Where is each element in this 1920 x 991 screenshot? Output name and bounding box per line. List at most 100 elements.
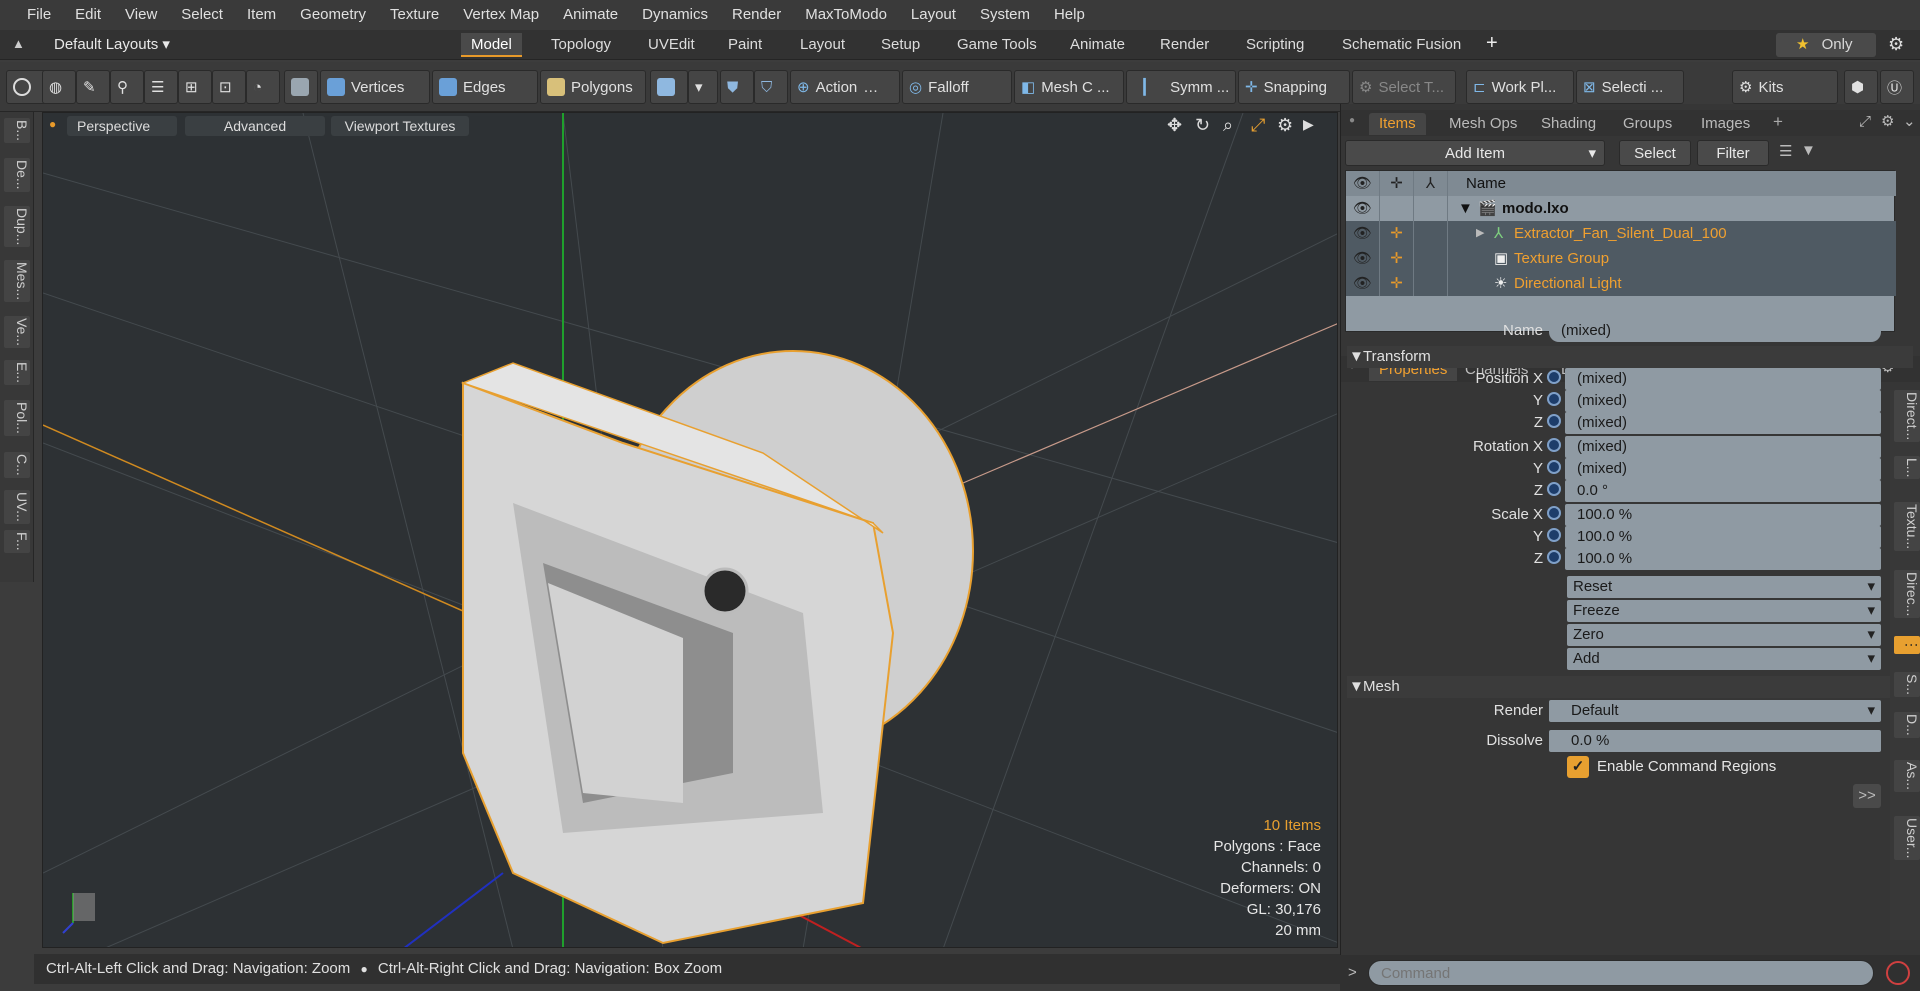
tab-images[interactable]: Images [1691,113,1760,135]
expand-arrow-icon[interactable]: ▶ [1476,221,1484,246]
menu-vertex-map[interactable]: Vertex Map [452,0,550,30]
viewport-textures-button[interactable]: Viewport Textures [331,116,469,136]
brush-button[interactable]: ⚲ [110,70,144,104]
menu-item[interactable]: Item [236,0,287,30]
menu-edit[interactable]: Edit [64,0,112,30]
work-plane-button[interactable]: ⊏ Work Pl... [1466,70,1574,104]
scale-z-field[interactable]: 100.0 % [1565,548,1881,570]
3d-viewport[interactable]: ● Perspective Advanced Viewport Textures… [42,112,1338,948]
falloff-button[interactable]: ◎ Falloff [902,70,1012,104]
menu-render[interactable]: Render [721,0,792,30]
right-tab-more[interactable]: ⋮ [1894,636,1920,654]
enable-command-regions-checkbox[interactable]: ✓ [1567,756,1589,778]
menu-file[interactable]: File [16,0,62,30]
tab-mesh-ops[interactable]: Mesh Ops [1439,113,1527,135]
viewport-expand-icon[interactable]: ▶ [1303,116,1314,133]
list-options-icon[interactable]: ☰ [1779,142,1792,160]
mesh-constraint-button[interactable]: ◧ Mesh C ... [1014,70,1124,104]
only-toggle[interactable]: ★ Only [1776,33,1876,57]
transform-section[interactable]: ▼ Transform [1347,346,1913,368]
left-tab-polygon[interactable]: Pol... [4,400,30,436]
scale-y-field[interactable]: 100.0 % [1565,526,1881,548]
tab-render[interactable]: Render [1150,33,1219,57]
right-tab-directional[interactable]: Direct... [1894,390,1920,443]
visibility-eye-icon[interactable]: 👁 [1346,196,1380,221]
tab-topology[interactable]: Topology [541,33,621,57]
left-tab-basic[interactable]: B... [4,118,30,144]
globe-button[interactable]: ◍ [42,70,76,104]
tab-shading[interactable]: Shading [1531,113,1606,135]
viewport-menu-dot-icon[interactable]: ● [49,117,56,131]
left-tab-edge[interactable]: E... [4,360,30,386]
tab-uvedit[interactable]: UVEdit [638,33,705,57]
left-tab-duplicate[interactable]: Dup... [4,206,30,248]
tree-row-mesh[interactable]: 👁 ✛ ▶ ⅄ Extractor_Fan_Silent_Dual_100 [1346,221,1896,246]
position-x-field[interactable]: (mixed) [1565,368,1881,390]
filter-button[interactable]: Filter [1697,140,1769,166]
selected-transform-icon[interactable]: ✛ [1380,271,1414,296]
grid-button[interactable]: ⊞ [178,70,212,104]
rotation-x-field[interactable]: (mixed) [1565,436,1881,458]
tab-schematic-fusion[interactable]: Schematic Fusion [1332,33,1471,57]
tab-animate[interactable]: Animate [1060,33,1135,57]
rotation-z-field[interactable]: 0.0 ° [1565,480,1881,502]
right-tab-d[interactable]: D... [1894,712,1920,738]
layout-selector[interactable]: Default Layouts ▾ [54,35,170,53]
advanced-button[interactable]: Advanced [185,116,325,136]
material-mode-button[interactable] [650,70,688,104]
mesh-section[interactable]: ▼ Mesh [1347,676,1913,698]
right-tab-as[interactable]: As... [1894,760,1920,793]
gear-icon[interactable]: ⚙ [1888,34,1904,55]
more-button[interactable]: >> [1853,784,1881,808]
tab-model[interactable]: Model [461,33,522,57]
left-tab-vertex[interactable]: Ve... [4,316,30,349]
menu-layout[interactable]: Layout [900,0,967,30]
name-column-header[interactable]: Name [1466,171,1506,196]
name-field[interactable]: (mixed) [1549,320,1881,342]
freeze-dropdown[interactable]: Freeze [1567,600,1881,622]
shield-alt-button[interactable]: ⛉ [754,70,788,104]
funnel-icon[interactable]: ▼ [1801,142,1816,159]
panel-gear-icon[interactable]: ⚙ [1881,112,1894,130]
kits-button[interactable]: ⚙ Kits [1732,70,1838,104]
channel-dot-icon[interactable] [1547,506,1561,520]
symmetry-button[interactable]: ▕▏ Symm ... [1126,70,1236,104]
right-tab-l[interactable]: L... [1894,456,1920,480]
tab-scripting[interactable]: Scripting [1236,33,1314,57]
menu-help[interactable]: Help [1043,0,1096,30]
right-tab-direc[interactable]: Direc... [1894,570,1920,619]
render-dropdown[interactable]: Default [1549,700,1881,722]
position-y-field[interactable]: (mixed) [1565,390,1881,412]
tab-layout[interactable]: Layout [790,33,855,57]
rotate-view-icon[interactable]: ↻ [1195,115,1210,136]
sphere-button[interactable]: ◔ [246,70,280,104]
record-icon[interactable] [1886,961,1910,985]
mode-dropdown[interactable]: ▾ [688,70,718,104]
zero-dropdown[interactable]: Zero [1567,624,1881,646]
unity-button[interactable]: ⬢ [1844,70,1878,104]
vertices-button[interactable]: Vertices [320,70,430,104]
rotation-y-field[interactable]: (mixed) [1565,458,1881,480]
visibility-eye-icon[interactable]: 👁 [1346,246,1380,271]
menu-select[interactable]: Select [170,0,234,30]
perspective-button[interactable]: Perspective [67,116,177,136]
left-tab-mesh-edit[interactable]: Mes... [4,260,30,303]
expand-arrow-icon[interactable]: ▼ [1458,196,1473,221]
frame-button[interactable]: ⊡ [212,70,246,104]
menu-animate[interactable]: Animate [552,0,629,30]
scale-x-field[interactable]: 100.0 % [1565,504,1881,526]
add-tab-icon[interactable]: + [1486,32,1498,55]
tree-row-light[interactable]: 👁 ✛ ☀ Directional Light [1346,271,1896,296]
select-button[interactable]: Select [1619,140,1691,166]
command-input[interactable] [1368,960,1874,986]
tab-groups[interactable]: Groups [1613,113,1682,135]
channel-dot-icon[interactable] [1547,460,1561,474]
panel-collapse-icon[interactable]: ⌄ [1903,112,1916,130]
position-z-field[interactable]: (mixed) [1565,412,1881,434]
left-tab-fusion[interactable]: F... [4,530,30,553]
channel-dot-icon[interactable] [1547,528,1561,542]
move-view-icon[interactable]: ✥ [1167,115,1182,136]
tab-setup[interactable]: Setup [871,33,930,57]
tab-paint[interactable]: Paint [718,33,772,57]
maximize-view-icon[interactable]: ⤢ [1251,115,1265,136]
